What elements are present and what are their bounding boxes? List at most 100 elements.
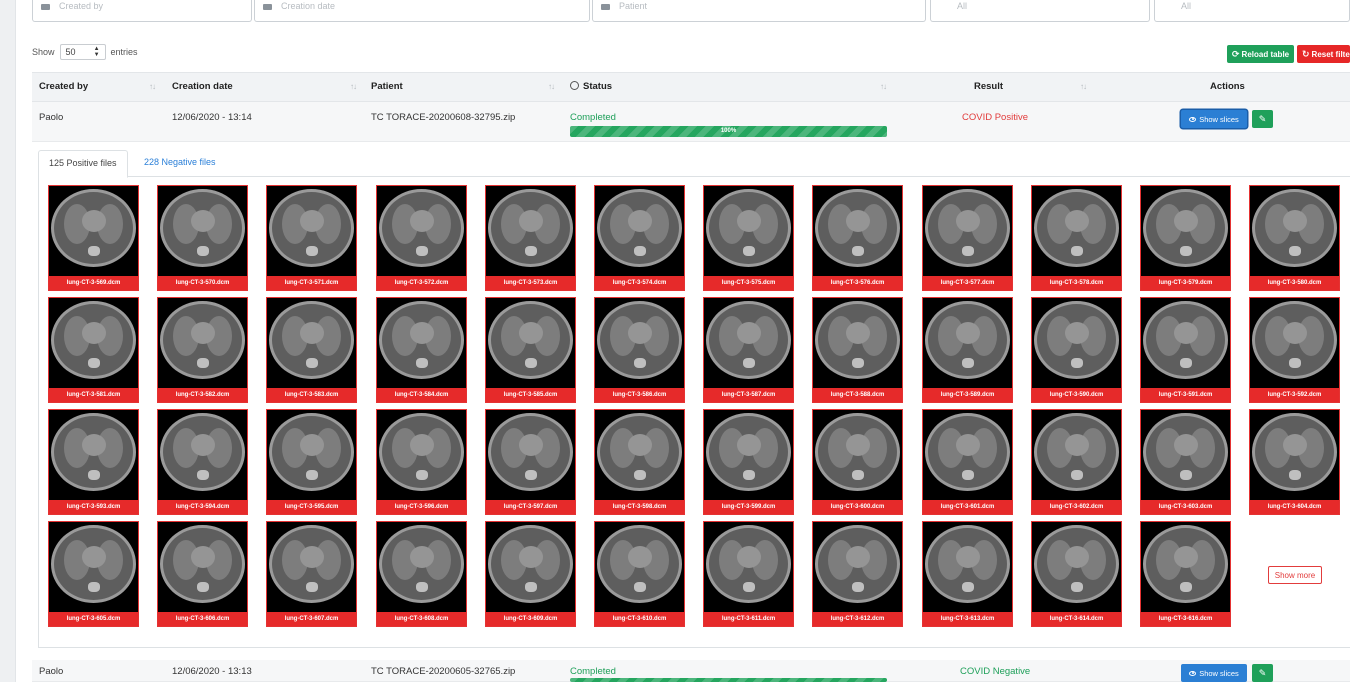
spine-shape — [962, 470, 974, 480]
slice-thumbnail[interactable]: lung-CT-3-599.dcm — [703, 409, 794, 515]
slice-thumbnail[interactable]: lung-CT-3-597.dcm — [485, 409, 576, 515]
filter-patient[interactable]: Patient — [592, 0, 926, 22]
slice-thumbnail[interactable]: lung-CT-3-610.dcm — [594, 521, 685, 627]
slice-filename: lung-CT-3-597.dcm — [486, 500, 575, 514]
slice-filename: lung-CT-3-569.dcm — [49, 276, 138, 290]
slice-filename: lung-CT-3-593.dcm — [49, 500, 138, 514]
slice-thumbnail[interactable]: lung-CT-3-574.dcm — [594, 185, 685, 291]
ct-scan-image — [269, 413, 354, 491]
slice-thumbnail[interactable]: lung-CT-3-614.dcm — [1031, 521, 1122, 627]
edit-icon: ✎ — [1258, 667, 1267, 678]
header-creation-date[interactable]: Creation date — [172, 73, 233, 101]
filter-result[interactable]: All — [1154, 0, 1350, 22]
slice-thumbnail[interactable]: lung-CT-3-586.dcm — [594, 297, 685, 403]
left-gutter — [0, 0, 16, 682]
slice-thumbnail[interactable]: lung-CT-3-593.dcm — [48, 409, 139, 515]
slice-thumbnail[interactable]: lung-CT-3-609.dcm — [485, 521, 576, 627]
heart-shape — [519, 322, 543, 344]
slice-thumbnail[interactable]: lung-CT-3-594.dcm — [157, 409, 248, 515]
heart-shape — [737, 434, 761, 456]
filter-creation-date[interactable]: Creation date — [254, 0, 590, 22]
edit-button[interactable]: ✎ — [1252, 110, 1273, 128]
entries-select[interactable]: 50 ▲ ▼ — [59, 44, 106, 60]
show-slices-button[interactable]: Show slices — [1181, 664, 1247, 682]
header-patient[interactable]: Patient — [371, 73, 403, 101]
cell-created-by: Paolo — [39, 666, 64, 677]
tab-negative-files[interactable]: 228 Negative files — [134, 150, 226, 177]
slice-thumbnail[interactable]: lung-CT-3-603.dcm — [1140, 409, 1231, 515]
spine-shape — [416, 582, 428, 592]
heart-shape — [191, 546, 215, 568]
entries-value: 50 — [65, 47, 76, 57]
filter-created-by-text: Created by — [59, 1, 104, 11]
spine-shape — [852, 358, 864, 368]
slice-thumbnail[interactable]: lung-CT-3-606.dcm — [157, 521, 248, 627]
header-status[interactable]: Status — [570, 73, 612, 101]
spine-shape — [743, 470, 755, 480]
slice-filename: lung-CT-3-598.dcm — [595, 500, 684, 514]
slice-thumbnail[interactable]: lung-CT-3-569.dcm — [48, 185, 139, 291]
slice-thumbnail[interactable]: lung-CT-3-587.dcm — [703, 297, 794, 403]
slice-thumbnail[interactable]: lung-CT-3-572.dcm — [376, 185, 467, 291]
spine-shape — [88, 358, 100, 368]
slice-thumbnail[interactable]: lung-CT-3-589.dcm — [922, 297, 1013, 403]
filter-status[interactable]: All — [930, 0, 1150, 22]
spine-shape — [1180, 358, 1192, 368]
slice-thumbnail[interactable]: lung-CT-3-616.dcm — [1140, 521, 1231, 627]
show-more-button[interactable]: Show more — [1268, 566, 1322, 584]
slice-thumbnail[interactable]: lung-CT-3-573.dcm — [485, 185, 576, 291]
reset-label: Reset filters — [1311, 49, 1350, 59]
slice-thumbnail[interactable]: lung-CT-3-580.dcm — [1249, 185, 1340, 291]
spine-shape — [852, 582, 864, 592]
tab-positive-files[interactable]: 125 Positive files — [38, 150, 128, 178]
spine-shape — [743, 358, 755, 368]
slice-thumbnail[interactable]: lung-CT-3-570.dcm — [157, 185, 248, 291]
slice-thumbnail[interactable]: lung-CT-3-583.dcm — [266, 297, 357, 403]
slice-thumbnail[interactable]: lung-CT-3-596.dcm — [376, 409, 467, 515]
slice-thumbnail[interactable]: lung-CT-3-613.dcm — [922, 521, 1013, 627]
slice-thumbnail[interactable]: lung-CT-3-601.dcm — [922, 409, 1013, 515]
calendar-icon — [263, 4, 272, 10]
slice-thumbnail[interactable]: lung-CT-3-612.dcm — [812, 521, 903, 627]
slice-thumbnail[interactable]: lung-CT-3-598.dcm — [594, 409, 685, 515]
slice-thumbnail[interactable]: lung-CT-3-611.dcm — [703, 521, 794, 627]
slice-thumbnail[interactable]: lung-CT-3-584.dcm — [376, 297, 467, 403]
slice-thumbnail[interactable]: lung-CT-3-590.dcm — [1031, 297, 1122, 403]
spine-shape — [88, 582, 100, 592]
header-created-by[interactable]: Created by — [39, 73, 88, 101]
heart-shape — [191, 210, 215, 232]
header-result[interactable]: Result — [974, 73, 1003, 101]
slice-thumbnail[interactable]: lung-CT-3-577.dcm — [922, 185, 1013, 291]
circle-icon — [570, 81, 579, 90]
filter-created-by[interactable]: Created by — [32, 0, 252, 22]
cell-result: COVID Positive — [962, 112, 1028, 123]
slice-thumbnail[interactable]: lung-CT-3-608.dcm — [376, 521, 467, 627]
slice-thumbnail[interactable]: lung-CT-3-585.dcm — [485, 297, 576, 403]
heart-shape — [956, 322, 980, 344]
heart-shape — [82, 434, 106, 456]
slice-filename: lung-CT-3-612.dcm — [813, 612, 902, 626]
slice-thumbnail[interactable]: lung-CT-3-581.dcm — [48, 297, 139, 403]
slice-thumbnail[interactable]: lung-CT-3-595.dcm — [266, 409, 357, 515]
slice-thumbnail[interactable]: lung-CT-3-607.dcm — [266, 521, 357, 627]
heart-shape — [846, 210, 870, 232]
edit-button[interactable]: ✎ — [1252, 664, 1273, 682]
slice-thumbnail[interactable]: lung-CT-3-575.dcm — [703, 185, 794, 291]
slice-filename: lung-CT-3-603.dcm — [1141, 500, 1230, 514]
slice-thumbnail[interactable]: lung-CT-3-600.dcm — [812, 409, 903, 515]
slice-thumbnail[interactable]: lung-CT-3-591.dcm — [1140, 297, 1231, 403]
slice-thumbnail[interactable]: lung-CT-3-578.dcm — [1031, 185, 1122, 291]
slice-filename: lung-CT-3-579.dcm — [1141, 276, 1230, 290]
slice-thumbnail[interactable]: lung-CT-3-576.dcm — [812, 185, 903, 291]
slice-thumbnail[interactable]: lung-CT-3-592.dcm — [1249, 297, 1340, 403]
slice-thumbnail[interactable]: lung-CT-3-582.dcm — [157, 297, 248, 403]
slice-thumbnail[interactable]: lung-CT-3-579.dcm — [1140, 185, 1231, 291]
slice-thumbnail[interactable]: lung-CT-3-604.dcm — [1249, 409, 1340, 515]
slice-thumbnail[interactable]: lung-CT-3-602.dcm — [1031, 409, 1122, 515]
slice-thumbnail[interactable]: lung-CT-3-571.dcm — [266, 185, 357, 291]
slice-thumbnail[interactable]: lung-CT-3-588.dcm — [812, 297, 903, 403]
slice-thumbnail[interactable]: lung-CT-3-605.dcm — [48, 521, 139, 627]
reset-filters-button[interactable]: ↻ Reset filters — [1297, 45, 1350, 63]
show-slices-button[interactable]: Show slices — [1181, 110, 1247, 128]
reload-table-button[interactable]: ⟳ Reload table — [1227, 45, 1294, 63]
